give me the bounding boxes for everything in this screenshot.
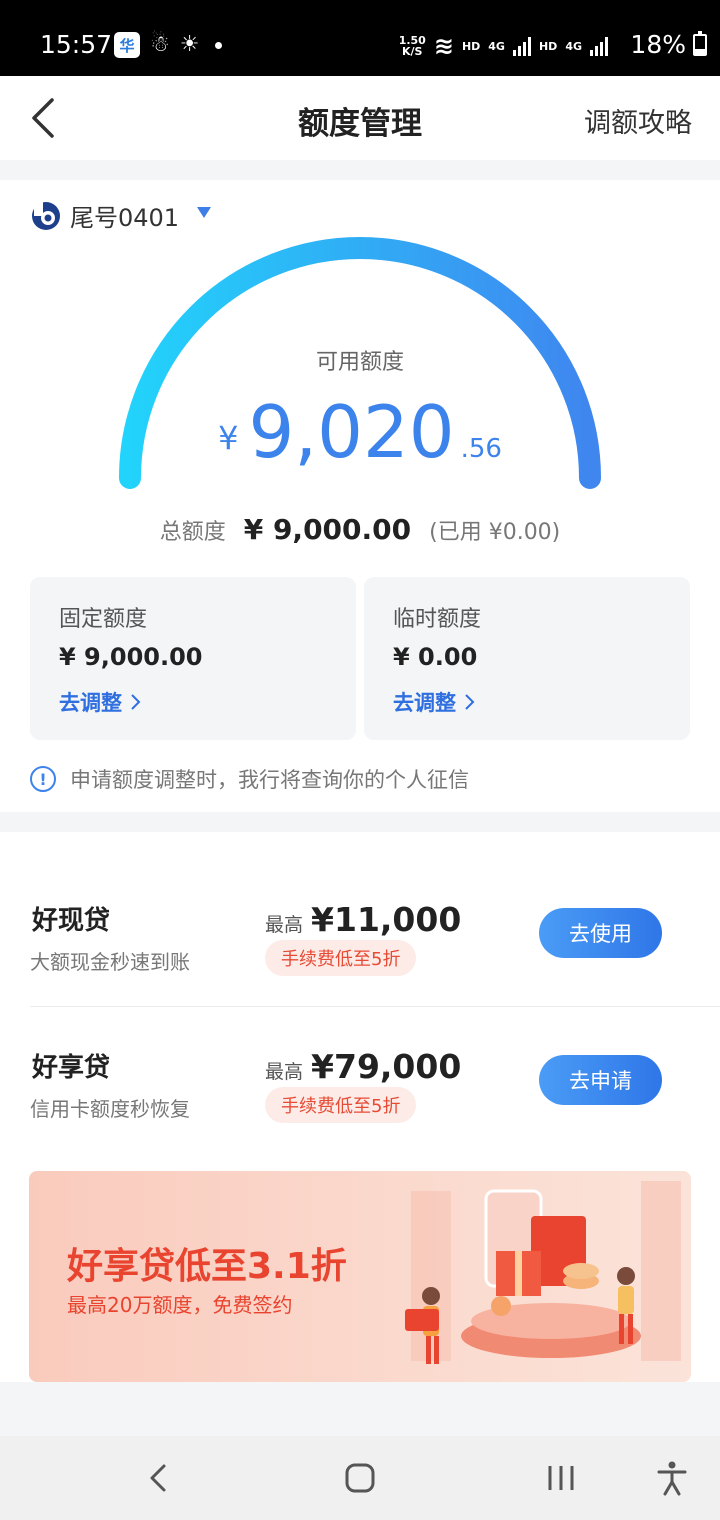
adjust-fixed-quota-link[interactable]: 去调整 (59, 687, 142, 717)
system-navigation-bar (0, 1436, 720, 1520)
temporary-quota-value: ¥ 0.00 (393, 643, 478, 671)
amount-integer: 9,020 (248, 390, 455, 474)
status-bar: 15:57 华 ☃ ☀ 1.50 K/S ≋ HD 4G HD 4G 18% (0, 0, 720, 76)
adjust-temporary-quota-link[interactable]: 去调整 (393, 687, 476, 717)
promo-banner[interactable]: 好享贷低至3.1折 最高20万额度，免费签约 (29, 1171, 691, 1382)
loan-subtitle: 大额现金秒速到账 (30, 950, 190, 974)
temporary-quota-label: 临时额度 (393, 607, 482, 632)
fixed-quota-label: 固定额度 (59, 607, 148, 632)
loan-name: 好现贷 (32, 906, 111, 936)
fee-discount-tag: 手续费低至5折 (265, 1087, 417, 1123)
total-credit-value: ¥ 9,000.00 (243, 513, 412, 546)
signal-icon (590, 36, 608, 56)
use-loan-button[interactable]: 去使用 (539, 908, 662, 958)
loan-max-amount: 最高 ¥79,000 (265, 1047, 462, 1086)
network-type: 4G (488, 39, 505, 53)
status-notification-icons: 华 ☃ ☀ (114, 32, 223, 58)
nav-home-icon[interactable] (340, 1458, 380, 1498)
loan-max-amount: 最高 ¥11,000 (265, 900, 462, 939)
total-credit-label: 总额度 (159, 520, 226, 545)
chevron-right-icon (465, 694, 475, 710)
loan-name: 好享贷 (32, 1053, 111, 1083)
status-time: 15:57 (40, 30, 113, 59)
available-credit-amount: ¥9,020.56 (0, 390, 720, 474)
apply-loan-button[interactable]: 去申请 (539, 1055, 662, 1105)
caret-down-icon (197, 207, 212, 218)
hd-label: HD (538, 39, 558, 53)
loan-subtitle: 信用卡额度秒恢复 (30, 1097, 190, 1121)
info-icon: ! (30, 766, 56, 792)
hd-label: HD (461, 39, 481, 53)
temporary-quota-box: 临时额度 ¥ 0.00 去调整 (364, 577, 690, 740)
available-credit-label: 可用额度 (315, 350, 404, 375)
nav-recents-icon[interactable] (541, 1458, 581, 1498)
accessibility-icon[interactable] (652, 1458, 692, 1498)
adjust-guide-link[interactable]: 调额攻略 (584, 101, 692, 140)
total-credit-line: 总额度 ¥ 9,000.00 (已用 ¥0.00) (0, 513, 720, 546)
credit-check-notice: ! 申请额度调整时，我行将查询你的个人征信 (30, 764, 469, 794)
promo-banner-section: 好享贷低至3.1折 最高20万额度，免费签约 (0, 1152, 720, 1382)
credit-limit-card: 尾号0401 可用额度 ¥9,020.56 总额度 ¥ 9,000.00 (已用 ¥… (0, 180, 720, 812)
network-type: 4G (565, 39, 582, 53)
person-notification-icon: ☃ (150, 32, 170, 57)
used-credit: (已用 ¥0.00) (429, 520, 561, 545)
network-speed: 1.50 K/S (398, 34, 426, 58)
weather-icon: ☀ (179, 32, 200, 57)
loan-offers-section: 好现贷 大额现金秒速到账 最高 ¥11,000 手续费低至5折 去使用 好享贷 … (0, 832, 720, 1152)
wifi-icon: ≋ (433, 32, 454, 60)
currency-symbol: ¥ (218, 419, 239, 457)
status-system-icons: 1.50 K/S ≋ HD 4G HD 4G (399, 34, 608, 58)
more-notifications-dot-icon (215, 41, 223, 49)
loan-offer-row: 好享贷 信用卡额度秒恢复 最高 ¥79,000 手续费低至5折 去申请 (0, 1007, 720, 1153)
fixed-quota-box: 固定额度 ¥ 9,000.00 去调整 (30, 577, 356, 740)
chevron-right-icon (131, 694, 141, 710)
nav-back-icon[interactable] (139, 1458, 179, 1498)
battery-percent: 18% (630, 30, 686, 59)
promo-illustration-icon (405, 1181, 681, 1364)
amount-decimal: .56 (460, 434, 502, 464)
notice-text: 申请额度调整时，我行将查询你的个人征信 (70, 768, 469, 792)
signal-icon (512, 36, 531, 56)
fee-discount-tag: 手续费低至5折 (265, 940, 417, 976)
fixed-quota-value: ¥ 9,000.00 (59, 643, 203, 671)
loan-offer-row: 好现贷 大额现金秒速到账 最高 ¥11,000 手续费低至5折 去使用 (0, 860, 720, 1006)
promo-subtitle: 最高20万额度，免费签约 (67, 1293, 293, 1317)
app-header: 额度管理 调额攻略 (0, 76, 720, 160)
battery-icon (693, 31, 707, 56)
promo-title: 好享贷低至3.1折 (67, 1246, 347, 1287)
bank-logo-icon (32, 201, 60, 230)
app-notification-icon: 华 (114, 32, 140, 58)
